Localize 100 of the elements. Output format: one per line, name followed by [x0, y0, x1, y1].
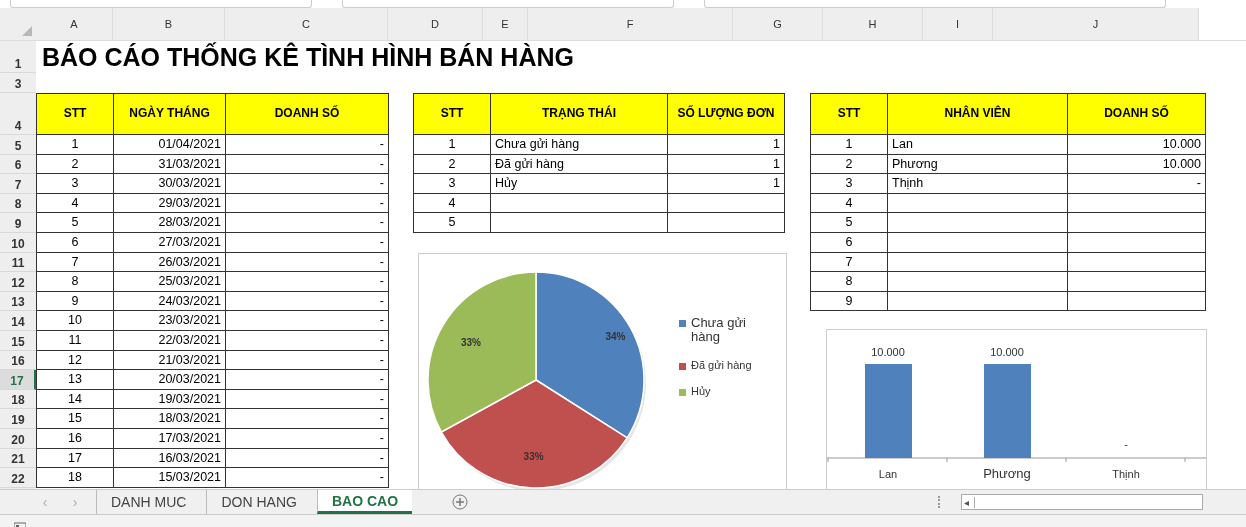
column-header[interactable]: J	[993, 8, 1199, 40]
table-cell: Lan	[887, 134, 1068, 155]
column-heading: DOANH SỐ	[1067, 93, 1206, 135]
table-cell: 25/03/2021	[113, 271, 226, 292]
select-all-icon[interactable]	[22, 26, 32, 36]
table-cell: -	[225, 134, 389, 155]
row-header[interactable]: 22	[0, 468, 36, 488]
table-cell: Đã gửi hàng	[490, 154, 668, 174]
row-header[interactable]: 11	[0, 252, 36, 273]
table-cell: 14	[36, 389, 114, 409]
row-header[interactable]: 1	[0, 41, 36, 73]
table-cell: 18/03/2021	[113, 408, 226, 429]
data-label: -	[1124, 438, 1128, 451]
table-cell: 1	[36, 134, 114, 155]
table-cell: 16/03/2021	[113, 448, 226, 468]
row-header[interactable]: 6	[0, 154, 36, 175]
table-cell: -	[225, 252, 389, 272]
table-cell: -	[225, 428, 389, 448]
table-cell: 5	[36, 212, 114, 233]
row-header[interactable]: 20	[0, 428, 36, 449]
column-header[interactable]: A	[36, 8, 113, 40]
data-label: 10.000	[871, 346, 905, 359]
table-cell: 3	[36, 173, 114, 194]
table-cell: 2	[810, 154, 888, 174]
pie-chart[interactable]: 34% 33% 33% Chưa gửi hàng Đã gửi hàng Hủy	[418, 252, 787, 489]
column-header[interactable]: D	[388, 8, 483, 40]
table-cell: -	[225, 212, 389, 233]
row-header[interactable]: 14	[0, 311, 36, 331]
row-header[interactable]: 10	[0, 232, 36, 253]
row-header[interactable]: 3	[0, 73, 36, 93]
table-cell: 1	[413, 134, 491, 155]
column-header[interactable]: E	[483, 8, 528, 40]
column-header[interactable]: C	[225, 8, 388, 40]
table-cell: -	[225, 291, 389, 311]
table-cell: 18	[36, 467, 114, 488]
table-cell: Thịnh	[887, 173, 1068, 194]
horizontal-scrollbar[interactable]: ◂	[961, 494, 1204, 510]
column-heading: SỐ LƯỢNG ĐƠN	[667, 93, 785, 135]
legend-label: Chưa gửi hàng	[691, 315, 747, 345]
table-cell: 8	[810, 271, 888, 292]
column-header[interactable]: I	[923, 8, 993, 40]
pie-slice[interactable]	[440, 379, 628, 489]
row-header[interactable]: 9	[0, 213, 36, 233]
scroll-left-button[interactable]: ◂	[962, 496, 976, 508]
table-cell: -	[225, 173, 389, 194]
data-label: 10.000	[990, 346, 1024, 359]
table-cell: -	[225, 193, 389, 213]
category-label: Phương	[983, 466, 1031, 482]
row-header[interactable]: 5	[0, 135, 36, 155]
table-cell: 6	[810, 232, 888, 253]
table-cell: 13	[36, 369, 114, 390]
column-header[interactable]: H	[823, 8, 923, 40]
row-header[interactable]: 18	[0, 389, 36, 410]
table-cell: 9	[810, 291, 888, 311]
table-cell: -	[225, 310, 389, 331]
category-label: Thịnh	[1112, 468, 1140, 481]
table-cell: 2	[36, 154, 114, 174]
row-header[interactable]: 15	[0, 330, 36, 351]
table-cell: 21/03/2021	[113, 350, 226, 370]
row-header[interactable]: 19	[0, 409, 36, 429]
data-label: 34%	[605, 331, 626, 343]
table-cell: 4	[36, 193, 114, 213]
table-cell: Phương	[887, 154, 1068, 174]
table-cell: 6	[36, 232, 114, 253]
table-cell: 1	[667, 134, 785, 155]
table-cell: 1	[667, 154, 785, 174]
row-header[interactable]: 8	[0, 193, 36, 214]
table-cell: -	[225, 369, 389, 390]
table-cell: 12	[36, 350, 114, 370]
table-cell: Chưa gửi hàng	[490, 134, 668, 155]
table-cell: 15	[36, 408, 114, 429]
table-cell: 20/03/2021	[113, 369, 226, 390]
column-header[interactable]: G	[733, 8, 823, 40]
table-cell: 19/03/2021	[113, 389, 226, 409]
row-header[interactable]: 21	[0, 448, 36, 469]
row-header[interactable]: 7	[0, 174, 36, 194]
data-label: 33%	[523, 450, 544, 462]
table-cell: 2	[413, 154, 491, 174]
column-header[interactable]: F	[528, 8, 733, 40]
column-heading: NHÂN VIÊN	[887, 93, 1068, 135]
table-cell: -	[225, 232, 389, 253]
row-header[interactable]: 17	[0, 370, 36, 390]
table-cell: -	[225, 271, 389, 292]
row-header[interactable]: 13	[0, 291, 36, 312]
sheet-tab[interactable]: BAO CAO	[316, 490, 413, 514]
table-cell: 27/03/2021	[113, 232, 226, 253]
table-cell: 1	[810, 134, 888, 155]
table-cell: 7	[36, 252, 114, 272]
sheet-tab[interactable]: DON HANG	[206, 490, 311, 514]
pie-slice[interactable]	[535, 271, 645, 439]
table-cell: 3	[810, 173, 888, 194]
add-sheet-icon[interactable]	[452, 494, 469, 510]
column-heading: TRẠNG THÁI	[490, 93, 668, 135]
pie-slice[interactable]	[427, 271, 537, 433]
table-cell: 28/03/2021	[113, 212, 226, 233]
sheet-tab[interactable]: DANH MUC	[96, 490, 201, 514]
column-heading: STT	[36, 93, 114, 135]
column-header[interactable]: B	[113, 8, 225, 40]
table-cell: 1	[667, 173, 785, 194]
row-header[interactable]: 12	[0, 272, 36, 292]
